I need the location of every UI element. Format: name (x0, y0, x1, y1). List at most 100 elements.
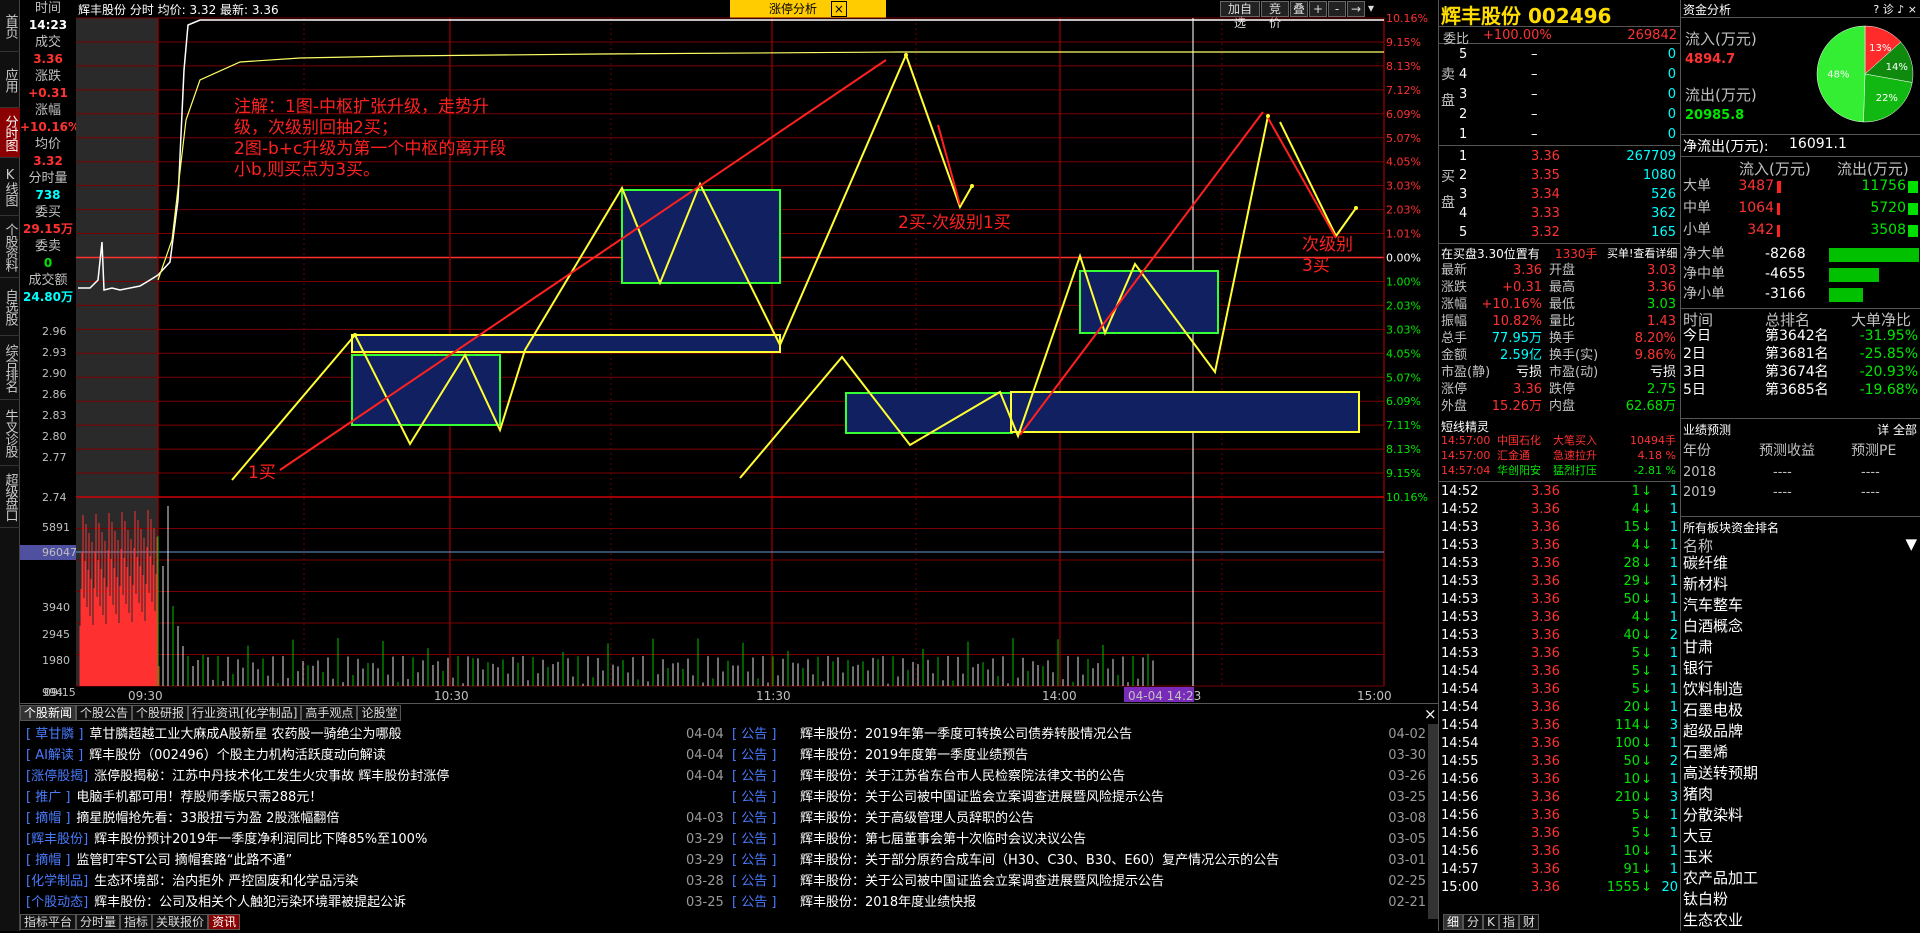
tick-time: 14:56 (1441, 790, 1479, 805)
news-item[interactable]: [ 草甘膦 ] 草甘膦超越工业大麻成A股新星 农药股一骑绝尘为哪般 (26, 724, 686, 745)
sector-row[interactable]: 银行 (1681, 660, 1920, 681)
intraday-chart[interactable]: 2.96 2.93 2.90 2.86 2.83 2.80 2.77 2.74 10.16% 9.… (0, 0, 1438, 703)
quote-tab[interactable]: 指 (1498, 914, 1519, 930)
news-item[interactable]: [ AI解读 ] 辉丰股份（002496）个股主力机构活跃度动向解读 (26, 745, 686, 766)
forecast-title: 业绩预测 (1683, 423, 1732, 437)
down-arrow-icon: ↓ (1641, 880, 1652, 895)
sector-row[interactable]: 石墨烯 (1681, 744, 1920, 765)
sector-row[interactable]: 碳纤维 (1681, 555, 1920, 576)
sector-row[interactable]: 玉米 (1681, 849, 1920, 870)
pct-axis-label: 9.15% (1386, 36, 1421, 49)
tick-row: 14:54 3.36 114 ↓ 3 (1439, 717, 1680, 734)
quote-tab[interactable]: 分 (1463, 914, 1484, 930)
news-item[interactable]: [ 摘帽 ] 监管盯牢ST公司 摘帽套路“此路不通” (26, 850, 686, 871)
quote-tab[interactable]: K (1483, 914, 1499, 930)
sector-row[interactable]: 饮料制造 (1681, 681, 1920, 702)
level: 1 (1459, 127, 1468, 142)
news-date: 04-04 (686, 727, 724, 742)
funds-header-icons[interactable]: ? 诊 ♪ × (1873, 1, 1917, 17)
forecast-link[interactable]: 详 全部 (1877, 421, 1917, 438)
sector-name: 新材料 (1683, 575, 1729, 593)
pct-axis-label: 3.03% (1386, 180, 1421, 193)
tick-count: 1 (1669, 592, 1678, 607)
sector-row[interactable]: 高送转预期 (1681, 765, 1920, 786)
sector-row[interactable]: 汽车整车 (1681, 597, 1920, 618)
news-item[interactable]: [个股动态] 辉丰股份：公司及相关个人触犯污染环境罪被提起公诉 (26, 892, 686, 913)
news-tab[interactable]: 个股新闻 (20, 705, 77, 721)
bottom-tab[interactable]: 指标平台 (20, 914, 77, 930)
announcement-item[interactable]: [ 公告 ] 辉丰股份：关于公司被中国证监会立案调查进展暨风险提示公告 03-25 (686, 787, 1426, 808)
news-title: 辉丰股份：公司及相关个人触犯污染环境罪被提起公诉 (94, 895, 407, 910)
tick-row: 14:53 3.36 50 ↓ 1 (1439, 591, 1680, 608)
news-item[interactable]: [辉丰股份] 辉丰股份预计2019年一季度净利润同比下降85%至100% (26, 829, 686, 850)
quote-tab[interactable]: 财 (1518, 914, 1539, 930)
sector-row[interactable]: 白酒概念 (1681, 618, 1920, 639)
announcement-item[interactable]: 03-29 [ 公告 ] 辉丰股份：第七届董事会第十次临时会议决议公告 03-05 (686, 829, 1426, 850)
announcement-item[interactable]: 04-04 [ 公告 ] 辉丰股份：2019年度第一季度业绩预告 03-30 (686, 745, 1426, 766)
order-volume: 1080 (1642, 168, 1676, 183)
tick-time: 14:53 (1441, 592, 1479, 607)
announcement-item[interactable]: 03-28 [ 公告 ] 辉丰股份：关于公司被中国证监会立案调查进展暨风险提示公告 0… (686, 871, 1426, 892)
bottom-tab[interactable]: 分时量 (76, 914, 121, 930)
bottom-tab[interactable]: 指标 (120, 914, 153, 930)
short-stock: 中国石化 (1497, 434, 1541, 447)
buy-side-label: 买盘 (1441, 169, 1455, 211)
news-item[interactable]: [ 推广 ] 电脑手机都可用！荐股师季版只需288元！ (26, 787, 686, 808)
quote-tab[interactable]: 细 (1443, 914, 1464, 930)
bottom-tab[interactable]: 关联报价 (152, 914, 209, 930)
news-tab[interactable]: 个股公告 (76, 705, 133, 721)
sector-row[interactable]: 分散染料 (1681, 807, 1920, 828)
queue-qty: 1330手 (1555, 247, 1598, 261)
col-out-label: 流出(万元) (1837, 160, 1909, 178)
pct-axis-label: 6.09% (1386, 395, 1421, 408)
short-elf-row[interactable]: 14:57:00 中国石化 大笔买入 10494手 (1439, 433, 1680, 448)
announcement-item[interactable]: 03-29 [ 公告 ] 辉丰股份：关于部分原药合成车间（H30、C30、B30、E… (686, 850, 1426, 871)
annotation-note: 注解：1图-中枢扩张升级，走势升 级，次级别回抽2买； 2图-b+c升级为第一个… (234, 97, 506, 181)
size-out-bar (1908, 181, 1918, 193)
sector-name: 石墨电极 (1683, 701, 1744, 719)
news-tab[interactable]: 行业资讯[化学制品] (188, 705, 302, 721)
order-volume: 0 (1667, 107, 1676, 122)
announcement-item[interactable]: 04-04 [ 公告 ] 辉丰股份：2019年第一季度可转换公司债券转股情况公告 04… (686, 724, 1426, 745)
announcement-item[interactable]: 04-03 [ 公告 ] 辉丰股份：关于高级管理人员辞职的公告 03-08 (686, 808, 1426, 829)
stat-value: 10.82% (1492, 314, 1542, 329)
sector-row[interactable]: 猪肉 (1681, 786, 1920, 807)
tick-price: 3.36 (1531, 772, 1560, 787)
queue-detail-link[interactable]: 买单!查看详细 (1607, 245, 1677, 261)
short-elf-row[interactable]: 14:57:04 华创阳安 猛烈打压 -2.81 % (1439, 463, 1680, 478)
close-icon[interactable]: × (1424, 705, 1437, 723)
sector-row[interactable]: 新材料 (1681, 576, 1920, 597)
sector-row[interactable]: 钛白粉 (1681, 891, 1920, 912)
sector-row[interactable]: 超级品牌 (1681, 723, 1920, 744)
news-tab[interactable]: 论股堂 (357, 705, 402, 721)
news-tab[interactable]: 个股研报 (132, 705, 189, 721)
short-elf-row[interactable]: 14:57:00 汇金通 急速拉升 4.18 % (1439, 448, 1680, 463)
sector-row[interactable]: 石墨电极 (1681, 702, 1920, 723)
news-tag: [化学制品] (26, 874, 89, 889)
news-tab[interactable]: 高手观点 (301, 705, 358, 721)
sector-row[interactable]: 大豆 (1681, 828, 1920, 849)
sort-down-icon[interactable]: ▼ (1905, 535, 1917, 553)
news-item[interactable]: [化学制品] 生态环境部：治内拒外 严控固废和化学品污染 (26, 871, 686, 892)
sector-row[interactable]: 农产品加工 (1681, 870, 1920, 891)
pct-axis-label: 5.07% (1386, 371, 1421, 384)
announcement-item[interactable]: 04-04 [ 公告 ] 辉丰股份：关于江苏省东台市人民检察院法律文书的公告 03-2… (686, 766, 1426, 787)
sector-row[interactable]: 甘肃 (1681, 639, 1920, 660)
trend-line (937, 124, 961, 206)
news-item[interactable]: [ 摘帽 ] 摘星脱帽抢先看：33股扭亏为盈 2股涨幅翻倍 (26, 808, 686, 829)
tick-count: 1 (1669, 556, 1678, 571)
news-scrollbar[interactable] (1428, 724, 1438, 919)
announcement-item[interactable]: 03-25 [ 公告 ] 辉丰股份：2018年度业绩快报 02-21 (686, 892, 1426, 913)
down-arrow-icon: ↓ (1641, 808, 1652, 823)
news-tag: [ 公告 ] (732, 895, 777, 910)
bottom-tab[interactable]: 资讯 (208, 914, 241, 930)
sector-name: 高送转预期 (1683, 764, 1759, 782)
news-item[interactable]: [涨停股揭] 涨停股揭秘：江苏中丹技术化工发生火灾事故 辉丰股份封涨停 (26, 766, 686, 787)
news-tag: [ AI解读 ] (26, 748, 84, 763)
funds-in-label: 流入(万元) (1685, 30, 1757, 48)
pct-axis-label: 2.03% (1386, 299, 1421, 312)
stat-label: 涨幅 (1441, 297, 1468, 312)
trend-line (1019, 111, 1264, 436)
stat-value: +0.31 (1502, 280, 1542, 295)
sector-row[interactable]: 生态农业 (1681, 912, 1920, 933)
